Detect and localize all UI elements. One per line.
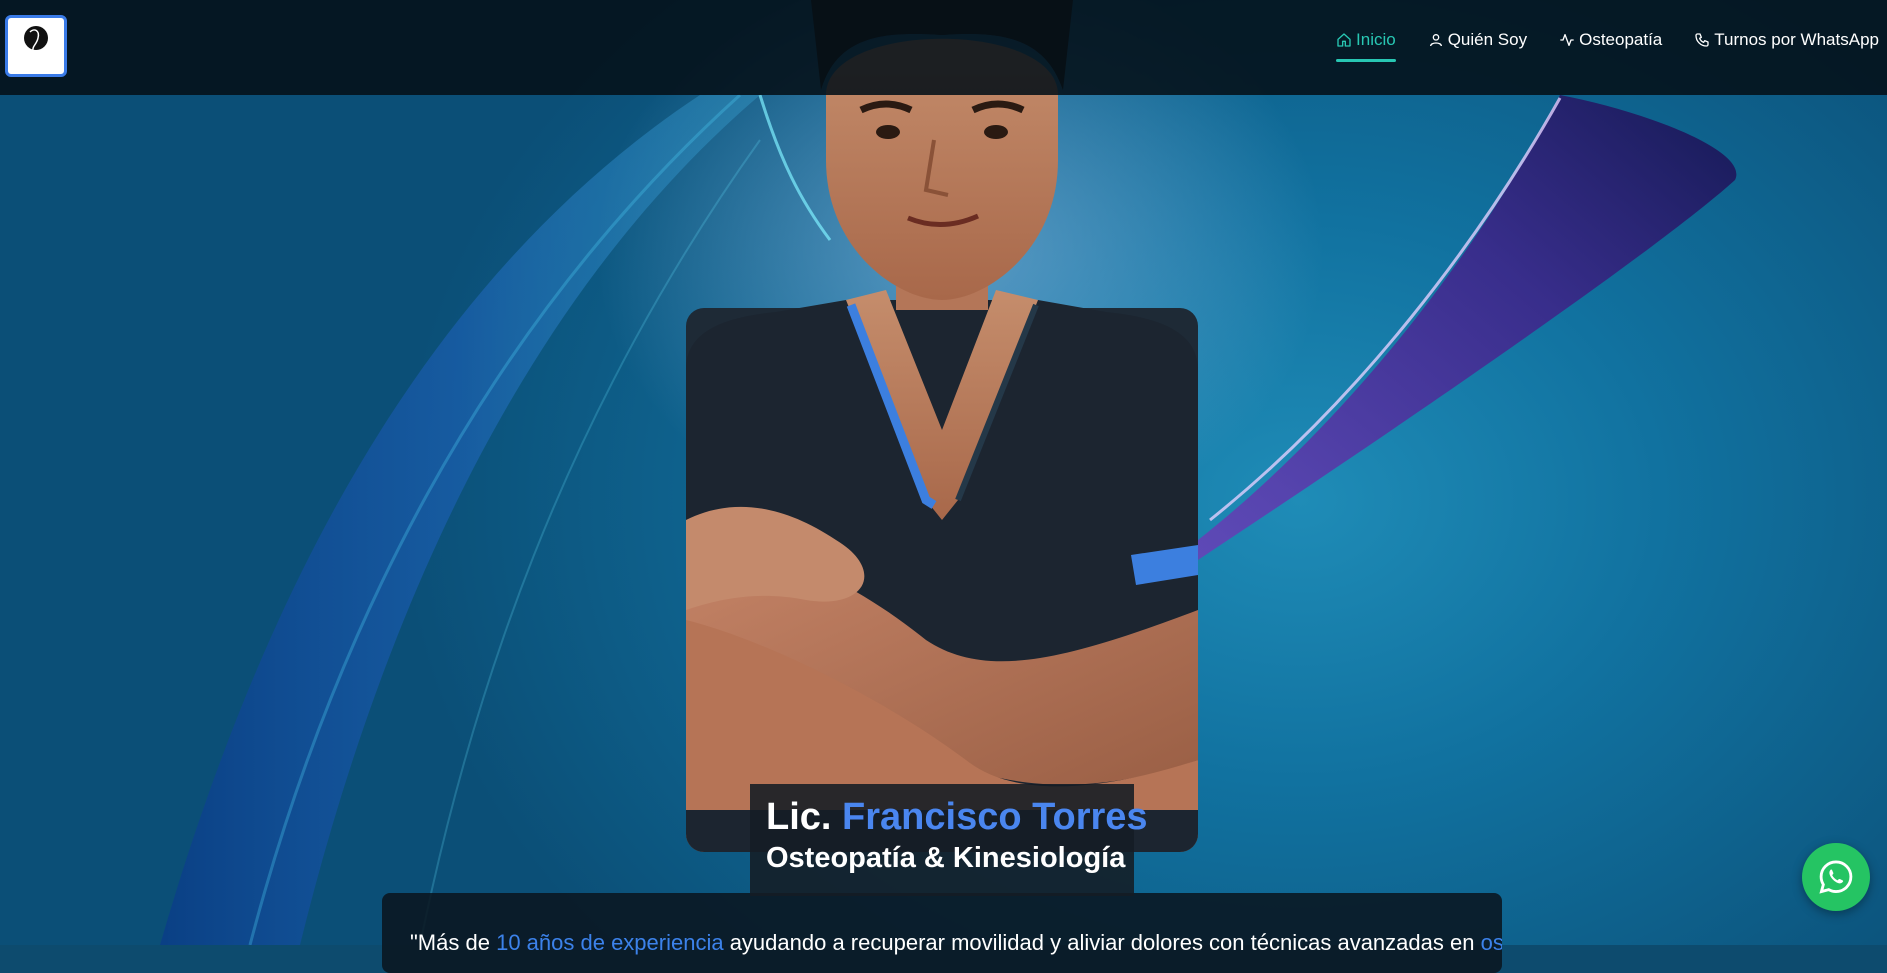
hero-subtitle: Osteopatía & Kinesiología bbox=[766, 842, 1126, 874]
title-prefix: Lic. bbox=[766, 796, 832, 838]
hero-title: Lic. Francisco Torres bbox=[766, 796, 1148, 838]
quote-text: "Más de bbox=[410, 930, 497, 955]
phone-icon bbox=[1695, 33, 1709, 47]
nav-item-inicio[interactable]: Inicio bbox=[1336, 30, 1396, 62]
quote-highlight: osteopatía bbox=[1480, 930, 1502, 955]
profile-photo bbox=[686, 0, 1198, 852]
logo-image bbox=[24, 26, 48, 52]
experience-quote-card: "Más de 10 años de experiencia ayudando … bbox=[382, 893, 1502, 973]
nav-item-label: Turnos por WhatsApp bbox=[1714, 30, 1879, 49]
nav-item-label: Quién Soy bbox=[1447, 30, 1528, 49]
top-navbar: Inicio Quién Soy Osteopatía Turnos por W… bbox=[0, 0, 1887, 95]
portrait-illustration bbox=[686, 0, 1198, 852]
nav-item-label: Osteopatía bbox=[1579, 30, 1663, 49]
nav-item-quien-soy[interactable]: Quién Soy bbox=[1428, 30, 1527, 58]
site-logo[interactable] bbox=[5, 15, 67, 77]
nav-item-osteopatia[interactable]: Osteopatía bbox=[1559, 30, 1662, 58]
home-icon bbox=[1337, 33, 1351, 47]
whatsapp-icon bbox=[1819, 860, 1853, 894]
hero-name-card: Lic. Francisco Torres Osteopatía & Kines… bbox=[750, 784, 1148, 896]
quote-text: ayudando a recuperar movilidad y aliviar… bbox=[723, 930, 1481, 955]
whatsapp-float-button[interactable] bbox=[1802, 843, 1870, 911]
user-icon bbox=[1429, 34, 1442, 47]
experience-quote: "Más de 10 años de experiencia ayudando … bbox=[410, 929, 1502, 957]
activity-icon bbox=[1560, 34, 1574, 46]
quote-highlight: 10 años de experiencia bbox=[496, 930, 724, 955]
title-name: Francisco Torres bbox=[842, 796, 1148, 838]
nav-item-turnos-whatsapp[interactable]: Turnos por WhatsApp bbox=[1694, 30, 1879, 58]
nav-item-label: Inicio bbox=[1356, 30, 1396, 49]
main-navigation: Inicio Quién Soy Osteopatía Turnos por W… bbox=[1336, 30, 1879, 62]
